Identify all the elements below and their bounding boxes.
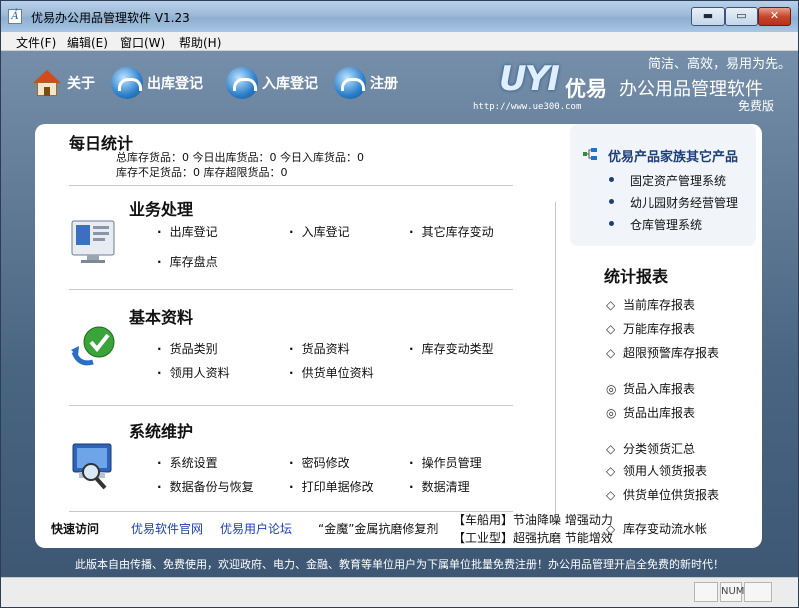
link-print-form-edit[interactable]: 打印单据修改 (289, 478, 374, 495)
report-goods-inbound[interactable]: ◎ 货品入库报表 (606, 380, 695, 397)
report-category-summary[interactable]: ◇ 分类领货汇总 (606, 440, 695, 457)
inbound-button[interactable]: 入库登记 (226, 65, 318, 101)
ad-link[interactable]: 【工业型】超强抗磨 节能增效 (453, 529, 613, 546)
link-system-settings[interactable]: 系统设置 (157, 454, 218, 471)
menu-bar: 文件(F) 编辑(E) 窗口(W) 帮助(H) (1, 32, 798, 51)
document-board-icon (69, 217, 117, 265)
slogan: 简洁、高效，易用为先。 (647, 57, 791, 72)
outbound-label: 出库登记 (147, 76, 203, 92)
menu-window[interactable]: 窗口(W) (120, 34, 165, 51)
link-other-stock-change[interactable]: 其它库存变动 (409, 223, 494, 240)
diamond-icon: ◇ (606, 322, 616, 336)
basic-title: 基本资料 (129, 308, 194, 327)
menu-file[interactable]: 文件(F) (16, 34, 56, 51)
about-label: 关于 (67, 76, 95, 92)
app-window: Ả 优易办公用品管理软件 V1.23 ▬ ▭ ✕ 文件(F) 编辑(E) 窗口(… (0, 0, 799, 608)
product-family-title[interactable]: 优易产品家族其它产品 (608, 146, 738, 165)
window-title: 优易办公用品管理软件 V1.23 (31, 11, 190, 25)
divider (69, 289, 513, 290)
outbound-button[interactable]: 出库登记 (111, 65, 203, 101)
check-return-icon (69, 324, 117, 372)
register-label: 注册 (370, 76, 398, 92)
menu-help[interactable]: 帮助(H) (179, 34, 221, 51)
monitor-search-icon (69, 442, 117, 490)
ad-link[interactable]: 【车船用】节油降噪 增强动力 (453, 511, 613, 528)
report-goods-outbound[interactable]: ◎ 货品出库报表 (606, 404, 695, 421)
business-title: 业务处理 (129, 200, 194, 219)
inbound-label: 入库登记 (262, 76, 318, 92)
link-recipient-info[interactable]: 领用人资料 (157, 364, 230, 381)
divider (69, 511, 513, 512)
daily-stats-line: 库存不足货品：0 库存超限货品：0 (116, 166, 288, 179)
tree-icon (583, 148, 597, 160)
daily-stats-line: 总库存货品：0 今日出库货品：0 今日入库货品：0 (116, 151, 364, 164)
diamond-icon: ◇ (606, 488, 616, 502)
register-button[interactable]: 注册 (334, 65, 398, 101)
edition-label: 免费版 (737, 99, 774, 113)
user-forum-link[interactable]: 优易用户论坛 (220, 520, 292, 537)
product-family-box: 优易产品家族其它产品 固定资产管理系统 幼儿园财务经营管理 仓库管理系统 (570, 124, 756, 246)
title-bar: Ả 优易办公用品管理软件 V1.23 ▬ ▭ ✕ (1, 1, 798, 32)
home-panel: 每日统计 总库存货品：0 今日出库货品：0 今日入库货品：0 库存不足货品：0 … (35, 124, 762, 548)
family-item[interactable]: 幼儿园财务经营管理 (608, 194, 738, 211)
link-supplier-info[interactable]: 供货单位资料 (289, 364, 374, 381)
link-stock-count[interactable]: 库存盘点 (157, 253, 218, 270)
menu-edit[interactable]: 编辑(E) (67, 34, 108, 51)
diamond-icon: ◇ (606, 442, 616, 456)
report-current-stock[interactable]: ◇ 当前库存报表 (606, 296, 695, 313)
quick-access-label: 快速访问 (51, 522, 100, 536)
about-button[interactable]: 关于 (31, 65, 95, 101)
logo-name: 优易 (565, 77, 607, 101)
system-title: 系统维护 (129, 422, 194, 441)
main-area: 关于 出库登记 入库登记 注册 简洁、高效，易用为先。 UYI 优易 办公用品管… (1, 51, 798, 577)
maximize-button[interactable]: ▭ (725, 7, 758, 26)
bullseye-icon: ◎ (606, 382, 617, 396)
refresh-arrow-icon (334, 67, 366, 99)
report-universal-stock[interactable]: ◇ 万能库存报表 (606, 320, 695, 337)
link-outbound[interactable]: 出库登记 (157, 223, 218, 240)
minimize-button[interactable]: ▬ (691, 7, 725, 26)
brand-logo: 简洁、高效，易用为先。 UYI 优易 办公用品管理软件 http://www.u… (473, 51, 798, 115)
report-stock-ledger[interactable]: ◇ 库存变动流水帐 (606, 520, 707, 537)
refresh-arrow-icon (226, 67, 258, 99)
notice-text: 此版本自由传播、免费使用，欢迎政府、电力、金融、教育等单位用户为下属单位批量免费… (75, 558, 724, 571)
link-goods-category[interactable]: 货品类别 (157, 340, 218, 357)
divider (69, 185, 513, 186)
status-bar: NUM (1, 577, 798, 607)
diamond-icon: ◇ (606, 464, 616, 478)
link-goods-info[interactable]: 货品资料 (289, 340, 350, 357)
status-panel (744, 582, 772, 602)
report-supplier-goods[interactable]: ◇ 供货单位供货报表 (606, 486, 719, 503)
app-icon: Ả (8, 9, 22, 24)
diamond-icon: ◇ (606, 346, 616, 360)
family-item[interactable]: 仓库管理系统 (608, 216, 702, 233)
bullseye-icon: ◎ (606, 406, 617, 420)
refresh-arrow-icon (111, 67, 143, 99)
divider (69, 405, 513, 406)
ad-link[interactable]: “金魔”金属抗磨修复剂 (318, 520, 438, 537)
vertical-divider (555, 202, 556, 518)
link-stock-change-type[interactable]: 库存变动类型 (409, 340, 494, 357)
logo-mark: UYI (499, 59, 560, 99)
link-data-cleanup[interactable]: 数据清理 (409, 478, 470, 495)
link-password-change[interactable]: 密码修改 (289, 454, 350, 471)
official-site-link[interactable]: 优易软件官网 (131, 520, 203, 537)
report-recipient-goods[interactable]: ◇ 领用人领货报表 (606, 462, 707, 479)
home-icon (31, 67, 63, 99)
website-url: http://www.ue300.com (473, 102, 582, 112)
family-item[interactable]: 固定资产管理系统 (608, 172, 726, 189)
num-lock-indicator: NUM (720, 582, 744, 602)
diamond-icon: ◇ (606, 298, 616, 312)
report-overlimit-warning[interactable]: ◇ 超限预警库存报表 (606, 344, 719, 361)
maximize-icon: ▭ (736, 9, 747, 22)
close-button[interactable]: ✕ (758, 7, 791, 26)
status-panel (694, 582, 718, 602)
close-icon: ✕ (769, 9, 780, 22)
minimize-icon: ▬ (702, 9, 714, 22)
link-inbound[interactable]: 入库登记 (289, 223, 350, 240)
link-backup-restore[interactable]: 数据备份与恢复 (157, 478, 254, 495)
link-operator-management[interactable]: 操作员管理 (409, 454, 482, 471)
reports-title: 统计报表 (604, 267, 669, 286)
